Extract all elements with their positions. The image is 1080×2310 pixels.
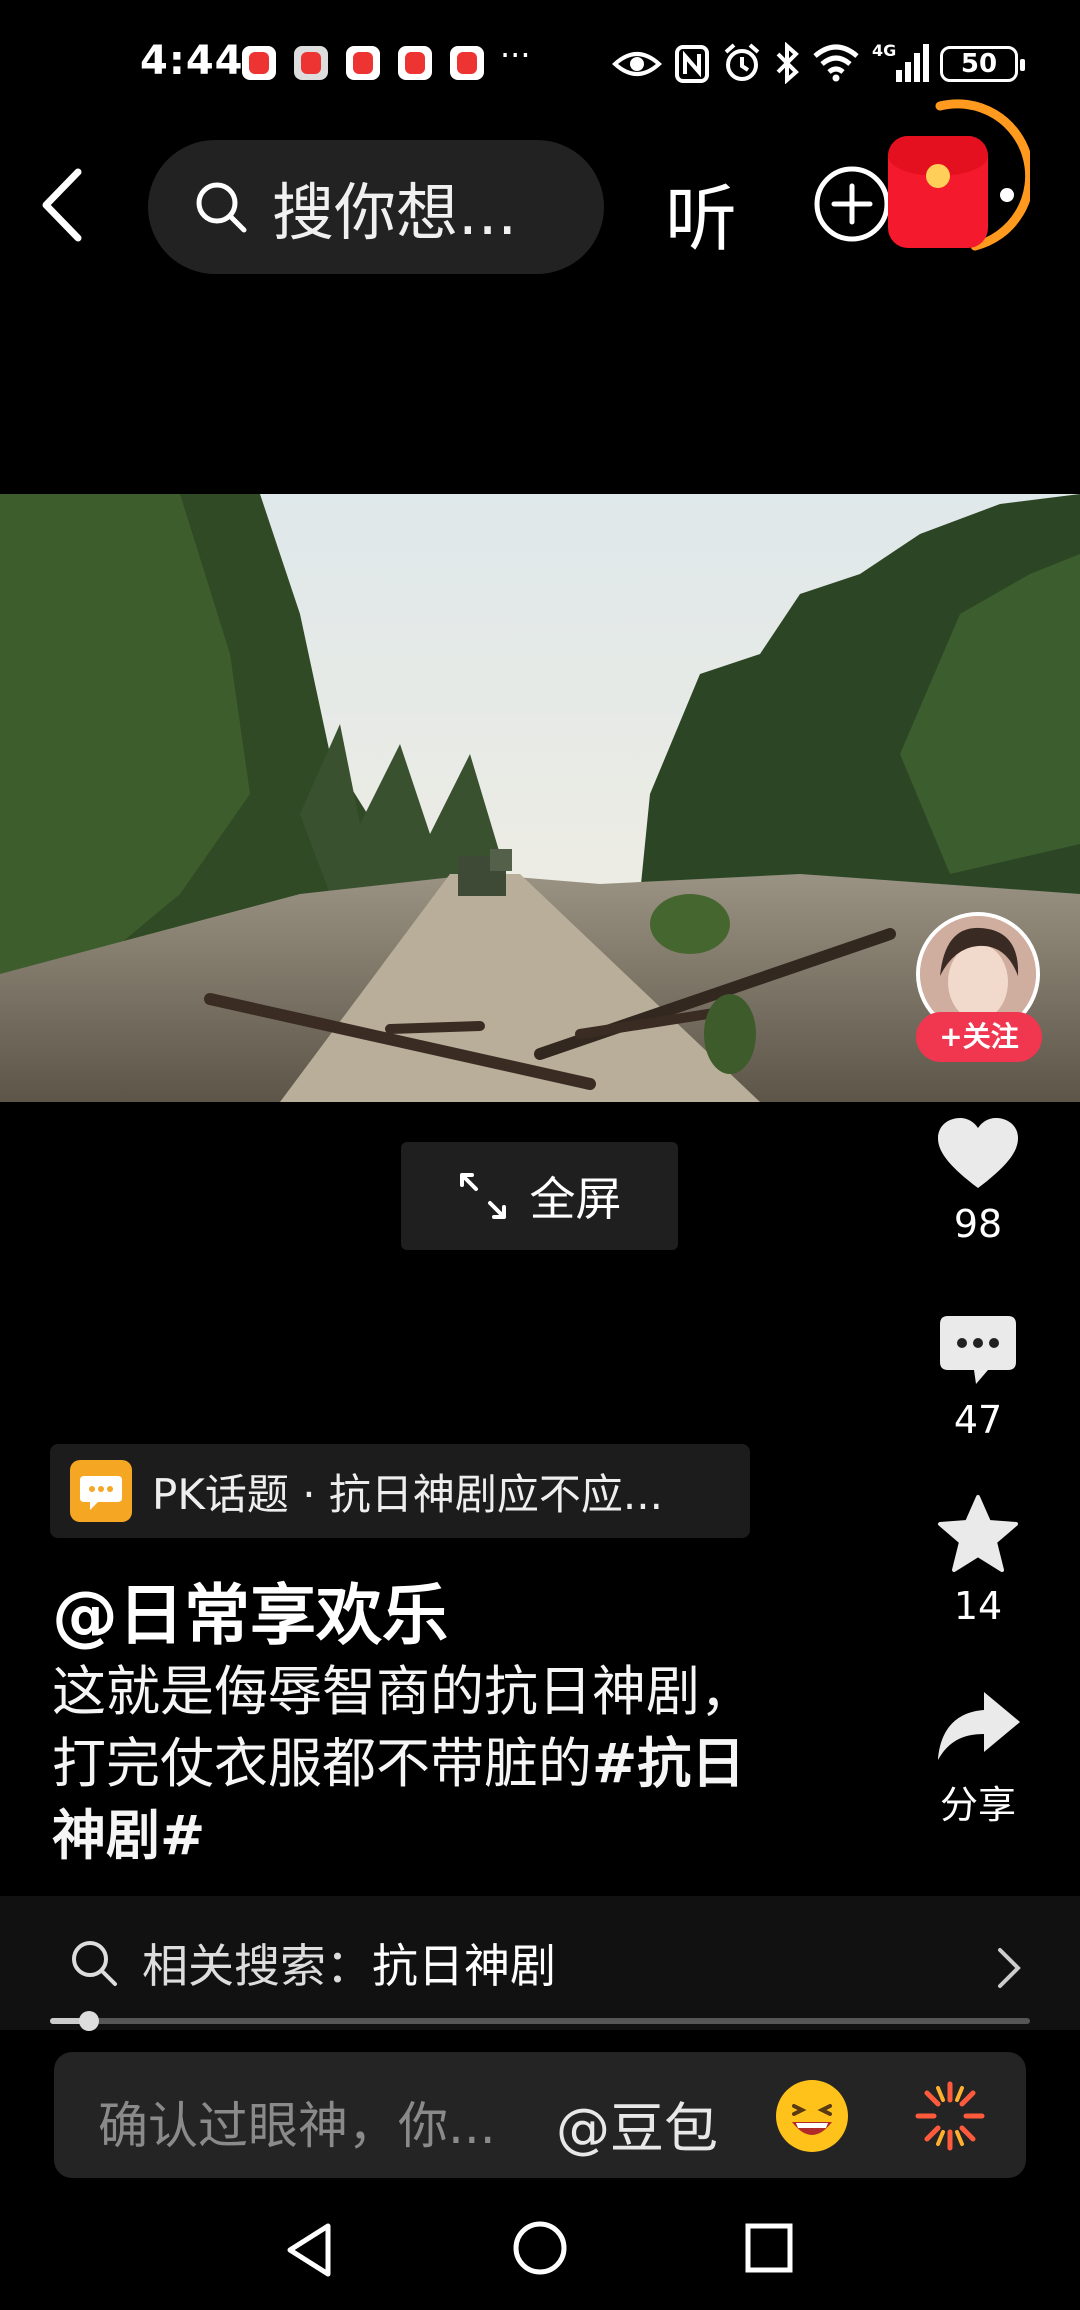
comment-bubble-icon: [940, 1316, 1016, 1384]
author-name[interactable]: @日常享欢乐: [52, 1562, 448, 1658]
system-navigation-bar: [0, 2200, 1080, 2310]
status-time: 4:44: [140, 38, 244, 84]
heart-icon: [938, 1118, 1018, 1188]
search-input[interactable]: 搜你想...: [148, 140, 604, 274]
notification-app-icon: [242, 46, 276, 80]
huawei-app-icon: [294, 46, 328, 80]
nfc-icon: [675, 45, 709, 83]
search-icon: [72, 1941, 117, 1986]
follow-button[interactable]: +关注: [916, 1012, 1042, 1062]
chevron-right-icon[interactable]: [994, 1946, 1024, 1990]
redpacket-reward-button[interactable]: [888, 136, 988, 248]
comment-placeholder: 确认过眼神，你...: [98, 2097, 496, 2155]
notification-app-icon: [450, 46, 484, 80]
share-label: 分享: [939, 1783, 1016, 1827]
comment-input[interactable]: 确认过眼神，你... @豆包: [54, 2052, 1026, 2178]
chevron-left-icon: [42, 168, 82, 242]
nav-home-icon[interactable]: [512, 2220, 568, 2276]
related-search-label: 相关搜索：: [142, 1939, 372, 1993]
video-progress-bar[interactable]: [50, 2011, 1030, 2031]
comment-button[interactable]: 47: [920, 1314, 1036, 1442]
listen-button[interactable]: 听: [665, 160, 737, 265]
nav-back-icon[interactable]: [284, 2222, 334, 2278]
star-icon: [938, 1495, 1018, 1572]
search-placeholder: 搜你想...: [272, 176, 518, 249]
share-button[interactable]: 分享: [920, 1688, 1036, 1829]
battery-indicator: 50: [940, 46, 1025, 82]
more-notifications-icon: ···: [500, 36, 531, 74]
bluetooth-icon: [776, 42, 799, 84]
emoji-button[interactable]: [776, 2080, 848, 2152]
mention-doubao-button[interactable]: @豆包: [556, 2084, 718, 2163]
more-dot-icon[interactable]: [1000, 188, 1014, 202]
search-icon: [196, 182, 247, 233]
eye-comfort-icon: [612, 52, 662, 76]
fullscreen-label: 全屏: [529, 1172, 622, 1226]
firework-icon[interactable]: [914, 2080, 986, 2152]
svg-text:4G: 4G: [872, 41, 896, 60]
topic-text: PK话题 · 抗日神剧应不应...: [152, 1469, 663, 1519]
related-search-bar[interactable]: 相关搜索： 抗日神剧: [0, 1896, 1080, 2030]
nav-recents-icon[interactable]: [744, 2222, 794, 2274]
comment-count: 47: [953, 1398, 1003, 1442]
notification-app-icon: [398, 46, 432, 80]
like-button[interactable]: 98: [920, 1116, 1036, 1246]
post-caption: 这就是侮辱智商的抗日神剧，打完仗衣服都不带脏的#抗日神剧#: [52, 1656, 792, 1872]
like-count: 98: [953, 1202, 1003, 1246]
pk-topic-banner[interactable]: PK话题 · 抗日神剧应不应...: [50, 1444, 750, 1538]
creator-avatar-group[interactable]: +关注: [916, 912, 1044, 1062]
expand-icon: [459, 1173, 506, 1219]
related-search-term: 抗日神剧: [372, 1939, 556, 1993]
wifi-icon: [813, 44, 859, 82]
favorite-button[interactable]: 14: [920, 1494, 1036, 1628]
topic-chat-icon: [70, 1460, 132, 1522]
laughing-emoji-icon: [778, 2082, 846, 2150]
share-arrow-icon: [938, 1692, 1020, 1760]
favorite-count: 14: [953, 1584, 1003, 1628]
signal-4g-icon: 4G: [872, 41, 929, 82]
back-button[interactable]: [30, 160, 100, 250]
alarm-icon: [724, 43, 760, 81]
fullscreen-button[interactable]: 全屏: [401, 1142, 678, 1250]
notification-app-icon: [346, 46, 380, 80]
